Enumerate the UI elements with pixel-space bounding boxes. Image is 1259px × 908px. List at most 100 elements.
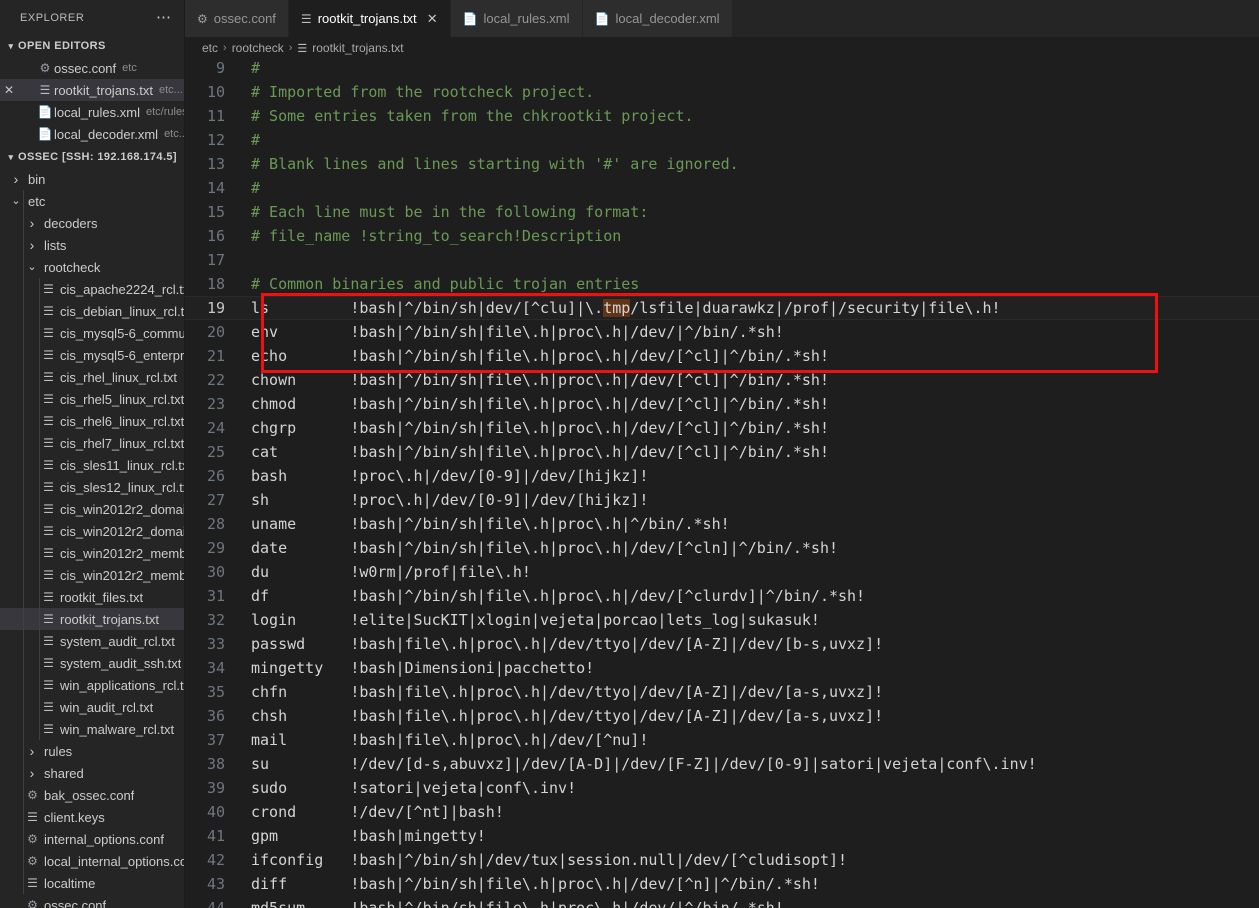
code-line[interactable]: 30 du !w0rm|/prof|file\.h! xyxy=(185,560,1259,584)
tree-file-label: cis_mysql5-6_communit... xyxy=(60,325,184,341)
code-line[interactable]: 37 mail !bash|file\.h|proc\.h|/dev/[^nu]! xyxy=(185,728,1259,752)
open-editor-item[interactable]: 📄local_decoder.xml etc... xyxy=(0,123,184,145)
code-line[interactable]: 24 chgrp !bash|^/bin/sh|file\.h|proc\.h|/… xyxy=(185,416,1259,440)
editor-tab[interactable]: 📄 local_rules.xml xyxy=(450,0,583,37)
code-line[interactable]: 42 ifconfig !bash|^/bin/sh|/dev/tux|sessi… xyxy=(185,848,1259,872)
close-icon[interactable]: ✕ xyxy=(0,83,18,97)
code-line[interactable]: 9 # xyxy=(185,59,1259,80)
tree-folder[interactable]: › shared xyxy=(0,762,184,784)
tree-file[interactable]: ⚙ local_internal_options.conf xyxy=(0,850,184,872)
tree-file[interactable]: ☰ cis_rhel_linux_rcl.txt xyxy=(0,366,184,388)
tree-file[interactable]: ☰ cis_debian_linux_rcl.txt xyxy=(0,300,184,322)
tree-file[interactable]: ☰ win_applications_rcl.txt xyxy=(0,674,184,696)
open-editor-item[interactable]: ✕ ☰ rootkit_trojans.txt etc... xyxy=(0,79,184,101)
tree-folder[interactable]: › lists xyxy=(0,234,184,256)
breadcrumb-item[interactable]: etc xyxy=(202,41,218,55)
chevron-right-icon[interactable]: › xyxy=(8,172,24,186)
open-editor-item[interactable]: 📄 local_rules.xml etc/rules xyxy=(0,101,184,123)
code-editor[interactable]: 9 #10 # Imported from the rootcheck projec… xyxy=(185,59,1259,908)
code-line[interactable]: 40 crond !/dev/[^nt]|bash! xyxy=(185,800,1259,824)
chevron-down-icon[interactable]: ⌄ xyxy=(24,262,40,273)
editor-tab-label: local_decoder.xml xyxy=(615,11,720,26)
code-line[interactable]: 38 su !/dev/[d-s,abuvxz]|/dev/[A-D]|/dev/… xyxy=(185,752,1259,776)
code-line[interactable]: 41 gpm !bash|mingetty! xyxy=(185,824,1259,848)
tree-file[interactable]: ⚙ bak_ossec.conf xyxy=(0,784,184,806)
tree-file[interactable]: ☰ win_audit_rcl.txt xyxy=(0,696,184,718)
code-line[interactable]: 25 cat !bash|^/bin/sh|file\.h|proc\.h|/de… xyxy=(185,440,1259,464)
code-line[interactable]: 27 sh !proc\.h|/dev/[0-9]|/dev/[hijkz]! xyxy=(185,488,1259,512)
code-line[interactable]: 39 sudo !satori|vejeta|conf\.inv! xyxy=(185,776,1259,800)
breadcrumb-file[interactable]: ☰ rootkit_trojans.txt xyxy=(297,41,403,55)
code-line[interactable]: 31 df !bash|^/bin/sh|file\.h|proc\.h|/dev… xyxy=(185,584,1259,608)
code-line[interactable]: 17 xyxy=(185,248,1259,272)
code-line[interactable]: 28 uname !bash|^/bin/sh|file\.h|proc\.h|^… xyxy=(185,512,1259,536)
code-line[interactable]: 21 echo !bash|^/bin/sh|file\.h|proc\.h|/d… xyxy=(185,344,1259,368)
code-line[interactable]: 33 passwd !bash|file\.h|proc\.h|/dev/ttyo… xyxy=(185,632,1259,656)
chevron-right-icon[interactable]: › xyxy=(24,216,40,230)
tree-file[interactable]: ☰ system_audit_ssh.txt xyxy=(0,652,184,674)
code-line[interactable]: 14 # xyxy=(185,176,1259,200)
code-line[interactable]: 15 # Each line must be in the following f… xyxy=(185,200,1259,224)
code-line[interactable]: 22 chown !bash|^/bin/sh|file\.h|proc\.h|/… xyxy=(185,368,1259,392)
code-line[interactable]: 43 diff !bash|^/bin/sh|file\.h|proc\.h|/d… xyxy=(185,872,1259,896)
code-line[interactable]: 32 login !elite|SucKIT|xlogin|vejeta|porc… xyxy=(185,608,1259,632)
tree-file[interactable]: ☰ rootkit_trojans.txt xyxy=(0,608,184,630)
tree-file-label: internal_options.conf xyxy=(44,831,164,847)
code-content[interactable]: 9 #10 # Imported from the rootcheck projec… xyxy=(185,59,1259,908)
tree-file[interactable]: ☰ cis_rhel7_linux_rcl.txt xyxy=(0,432,184,454)
editor-tab[interactable]: 📄 local_decoder.xml xyxy=(582,0,733,37)
tree-folder[interactable]: ⌄ etc xyxy=(0,190,184,212)
code-line[interactable]: 20 env !bash|^/bin/sh|file\.h|proc\.h|/de… xyxy=(185,320,1259,344)
chevron-down-icon[interactable]: ⌄ xyxy=(8,196,24,207)
code-line[interactable]: 10 # Imported from the rootcheck project. xyxy=(185,80,1259,104)
tree-file[interactable]: ☰ cis_win2012r2_memberL... xyxy=(0,564,184,586)
tree-file[interactable]: ☰ cis_win2012r2_domainL... xyxy=(0,498,184,520)
code-line[interactable]: 36 chsh !bash|file\.h|proc\.h|/dev/ttyo|/… xyxy=(185,704,1259,728)
chevron-right-icon[interactable]: › xyxy=(24,744,40,758)
tree-file[interactable]: ☰ cis_apache2224_rcl.txt xyxy=(0,278,184,300)
code-line[interactable]: 35 chfn !bash|file\.h|proc\.h|/dev/ttyo|/… xyxy=(185,680,1259,704)
code-line[interactable]: 29 date !bash|^/bin/sh|file\.h|proc\.h|/d… xyxy=(185,536,1259,560)
code-line[interactable]: 34 mingetty !bash|Dimensioni|pacchetto! xyxy=(185,656,1259,680)
section-open-editors[interactable]: ▾ OPEN EDITORS xyxy=(0,35,184,57)
close-icon[interactable]: ✕ xyxy=(427,11,438,27)
section-workspace[interactable]: ▾ OSSEC [SSH: 192.168.174.5] xyxy=(0,146,184,168)
tree-folder[interactable]: › decoders xyxy=(0,212,184,234)
tree-folder[interactable]: › rules xyxy=(0,740,184,762)
tree-folder[interactable]: ⌄ rootcheck xyxy=(0,256,184,278)
tree-file[interactable]: ☰ cis_win2012r2_domainL... xyxy=(0,520,184,542)
code-line[interactable]: 19 ls !bash|^/bin/sh|dev/[^clu]|\.tmp/lsf… xyxy=(185,296,1259,320)
editor-tab[interactable]: ☰ rootkit_trojans.txt ✕ xyxy=(288,0,451,37)
open-editor-item[interactable]: ⚙ ossec.conf etc xyxy=(0,57,184,79)
code-line[interactable]: 23 chmod !bash|^/bin/sh|file\.h|proc\.h|/… xyxy=(185,392,1259,416)
chevron-right-icon[interactable]: › xyxy=(24,238,40,252)
code-line[interactable]: 26 bash !proc\.h|/dev/[0-9]|/dev/[hijkz]! xyxy=(185,464,1259,488)
code-line[interactable]: 44 md5sum !bash|^/bin/sh|file\.h|proc\.h|… xyxy=(185,896,1259,908)
tree-file[interactable]: ☰ cis_rhel6_linux_rcl.txt xyxy=(0,410,184,432)
tree-file[interactable]: ⚙ ossec.conf xyxy=(0,894,184,908)
tree-file[interactable]: ☰ cis_mysql5-6_enterprise... xyxy=(0,344,184,366)
ellipsis-icon[interactable]: ⋯ xyxy=(152,10,176,25)
tree-file[interactable]: ☰ cis_rhel5_linux_rcl.txt xyxy=(0,388,184,410)
text-file-icon: ☰ xyxy=(43,304,54,318)
tree-file[interactable]: ☰ cis_sles11_linux_rcl.txt xyxy=(0,454,184,476)
tree-folder[interactable]: › bin xyxy=(0,168,184,190)
chevron-right-icon[interactable]: › xyxy=(24,766,40,780)
tree-file[interactable]: ☰ client.keys xyxy=(0,806,184,828)
code-line[interactable]: 18 # Common binaries and public trojan en… xyxy=(185,272,1259,296)
code-line[interactable]: 16 # file_name !string_to_search!Descript… xyxy=(185,224,1259,248)
tree-file[interactable]: ☰ system_audit_rcl.txt xyxy=(0,630,184,652)
tree-file[interactable]: ☰ win_malware_rcl.txt xyxy=(0,718,184,740)
code-line[interactable]: 13 # Blank lines and lines starting with … xyxy=(185,152,1259,176)
breadcrumb-item[interactable]: rootcheck xyxy=(232,41,284,55)
tree-file[interactable]: ☰ cis_sles12_linux_rcl.txt xyxy=(0,476,184,498)
tree-file[interactable]: ☰ rootkit_files.txt xyxy=(0,586,184,608)
tree-file[interactable]: ☰ localtime xyxy=(0,872,184,894)
editor-tab[interactable]: ⚙ ossec.conf xyxy=(185,0,289,37)
tree-file[interactable]: ⚙ internal_options.conf xyxy=(0,828,184,850)
code-line[interactable]: 12 # xyxy=(185,128,1259,152)
tree-file[interactable]: ☰ cis_mysql5-6_communit... xyxy=(0,322,184,344)
line-number: 23 xyxy=(206,395,225,413)
code-line[interactable]: 11 # Some entries taken from the chkrootk… xyxy=(185,104,1259,128)
tree-file[interactable]: ☰ cis_win2012r2_memberL... xyxy=(0,542,184,564)
